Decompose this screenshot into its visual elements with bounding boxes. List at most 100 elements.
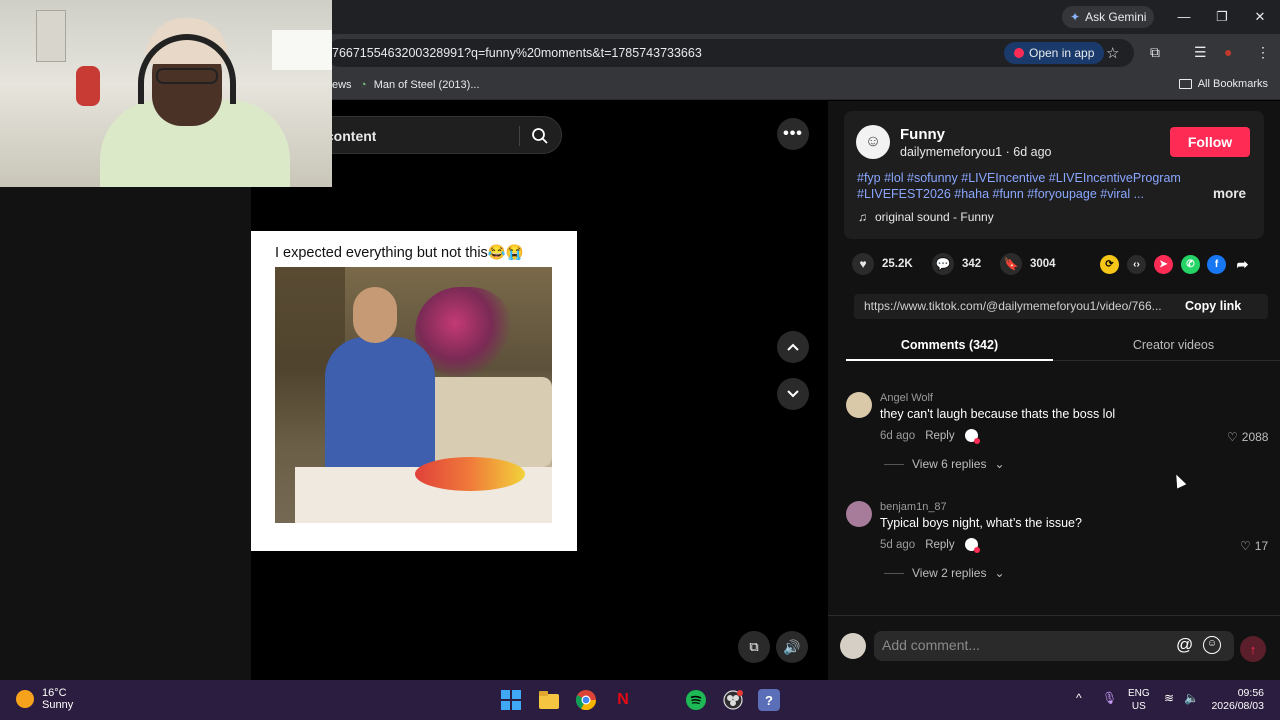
like-button[interactable]: ♥ 25.2K [852, 253, 913, 275]
save-button[interactable]: 🔖 3004 [1000, 253, 1056, 275]
close-window-icon[interactable]: ✕ [1246, 6, 1274, 28]
video-link[interactable]: https://www.tiktok.com/@dailymemeforyou1… [864, 299, 1169, 313]
comment-text: they can't laugh because thats the boss … [880, 407, 1116, 421]
media-control-icon[interactable]: ☰ [1194, 44, 1207, 61]
tab-creator-videos[interactable]: Creator videos [1070, 338, 1277, 352]
heart-outline-icon: ♡ [1240, 539, 1251, 553]
netflix-icon[interactable]: N [612, 689, 634, 711]
help-app-icon[interactable]: ? [758, 689, 780, 711]
creator-name[interactable]: Funny [900, 126, 945, 143]
chevron-down-icon[interactable] [777, 378, 809, 410]
minimize-icon[interactable]: — [1170, 6, 1198, 28]
miniplayer-icon[interactable]: ⧉ [738, 631, 770, 663]
ask-gemini-button[interactable]: ✦ Ask Gemini [1062, 6, 1155, 28]
panel-tabs: Comments (342) Creator videos [846, 331, 1280, 361]
share-arrow-icon[interactable]: ➦ [1233, 255, 1252, 274]
post-comment-icon[interactable]: ↑ [1240, 636, 1266, 662]
start-icon[interactable] [500, 689, 522, 711]
replies-dash [884, 572, 904, 574]
chrome-icon[interactable] [575, 689, 597, 711]
reply-button[interactable]: Reply [925, 539, 954, 551]
reply-button[interactable]: Reply [925, 430, 954, 442]
volume-icon[interactable]: 🔊 [776, 631, 808, 663]
all-bookmarks-button[interactable]: All Bookmarks [1178, 78, 1268, 90]
weather-condition: Sunny [42, 699, 74, 711]
comment-button[interactable]: 💬 342 [932, 253, 981, 275]
view-replies-button[interactable]: View 6 replies ⌄ [884, 457, 1005, 471]
wifi-icon[interactable]: ≋ [1164, 691, 1174, 705]
webcam-overlay [0, 0, 332, 187]
scene-sofa [425, 377, 552, 467]
speaker-icon[interactable]: 🔈 [1184, 691, 1199, 705]
scene-officer-head [353, 287, 397, 343]
comment-avatar[interactable] [846, 501, 872, 527]
search-divider [519, 126, 520, 146]
open-in-app-button[interactable]: Open in app [1004, 42, 1105, 64]
video-player[interactable]: I expected everything but not this😂😭 [251, 231, 577, 551]
spotify-icon[interactable] [685, 689, 707, 711]
bookmark-item[interactable]: ews [332, 79, 352, 91]
microphone-icon[interactable]: 🎙 [1102, 691, 1117, 705]
comment-username[interactable]: Angel Wolf [880, 392, 933, 404]
facebook-icon[interactable]: f [1207, 255, 1226, 274]
mention-icon[interactable]: @ [1176, 635, 1193, 655]
comment-username[interactable]: benjam1n_87 [880, 501, 947, 513]
creator-badge-icon [964, 538, 980, 553]
more-options-icon[interactable]: ••• [777, 118, 809, 150]
browser-menu-icon[interactable]: ⋮ [1256, 44, 1270, 61]
user-avatar[interactable] [840, 633, 866, 659]
video-frame[interactable] [275, 267, 552, 523]
comment-like-button[interactable]: ♡ 2088 [1227, 430, 1268, 444]
comment-count: 342 [962, 258, 982, 270]
copy-link-button[interactable]: Copy link [1185, 299, 1241, 313]
view-replies-label: View 2 replies [912, 566, 987, 580]
comment-input-bar: Add comment... @ ☺ ↑ [828, 615, 1280, 680]
bookmark-star-icon[interactable]: ☆ [1106, 44, 1119, 62]
send-icon[interactable]: ➤ [1154, 255, 1173, 274]
comment-like-button[interactable]: ♡ 17 [1240, 539, 1268, 553]
whatsapp-icon[interactable]: ✆ [1181, 255, 1200, 274]
detail-panel: ☺ Funny dailymemeforyou1 · 6d ago Follow… [828, 101, 1280, 680]
profile-avatar-icon[interactable]: ● [1224, 44, 1232, 60]
bookmark-icon: 🔖 [1000, 253, 1022, 275]
emoji-icon[interactable]: ☺ [1203, 636, 1221, 654]
bookmark-man-of-steel[interactable]: ◔ Man of Steel (2013)... [360, 79, 480, 91]
system-clock[interactable]: 09:56 2026/08/03 [1210, 687, 1264, 713]
heart-icon: ♥ [852, 253, 874, 275]
extensions-icon[interactable]: ⧉ [1150, 44, 1160, 61]
chevron-up-icon[interactable] [777, 331, 809, 363]
clock-time: 09:56 [1237, 687, 1264, 699]
sound-name: original sound - Funny [875, 210, 994, 224]
comment-avatar[interactable] [846, 392, 872, 418]
comment-age: 6d ago [880, 429, 916, 442]
sun-icon [16, 690, 34, 708]
left-sidebar-area [0, 101, 251, 680]
tray-chevron-icon[interactable]: ^ [1076, 691, 1082, 705]
sound-row[interactable]: ♫ original sound - Funny [858, 210, 994, 224]
creator-avatar[interactable]: ☺ [856, 125, 890, 159]
url-text: 7667155463200328991?q=funny%20moments&t=… [332, 46, 702, 60]
omnibox[interactable]: 7667155463200328991?q=funny%20moments&t=… [326, 39, 1134, 67]
heart-outline-icon: ♡ [1227, 430, 1238, 444]
window-light [272, 30, 332, 70]
tab-comments[interactable]: Comments (342) [846, 338, 1053, 352]
comment-age: 5d ago [880, 538, 916, 551]
more-link[interactable]: more [1213, 186, 1246, 201]
lang-region: US [1131, 701, 1146, 712]
comment-input[interactable]: Add comment... @ ☺ [874, 631, 1234, 661]
restore-icon[interactable]: ❐ [1208, 6, 1236, 28]
search-icon[interactable] [531, 127, 549, 145]
language-indicator[interactable]: ENG US [1128, 687, 1150, 713]
comment-placeholder: Add comment... [882, 637, 981, 653]
file-explorer-icon[interactable] [538, 689, 560, 711]
screen: ✦ Ask Gemini — ❐ ✕ 7667155463200328991?q… [0, 0, 1280, 720]
post-hashtags[interactable]: #fyp #lol #sofunny #LIVEIncentive #LIVEI… [857, 171, 1197, 202]
obs-icon[interactable] [722, 689, 744, 711]
weather-widget[interactable]: 16°C Sunny [16, 687, 73, 711]
repost-icon[interactable]: ⟳ [1100, 255, 1119, 274]
creator-handle[interactable]: dailymemeforyou1 · 6d ago [900, 145, 1051, 159]
embed-icon[interactable]: ‹› [1127, 255, 1146, 274]
replies-dash [884, 463, 904, 465]
follow-button[interactable]: Follow [1170, 127, 1250, 157]
view-replies-button[interactable]: View 2 replies ⌄ [884, 566, 1005, 580]
